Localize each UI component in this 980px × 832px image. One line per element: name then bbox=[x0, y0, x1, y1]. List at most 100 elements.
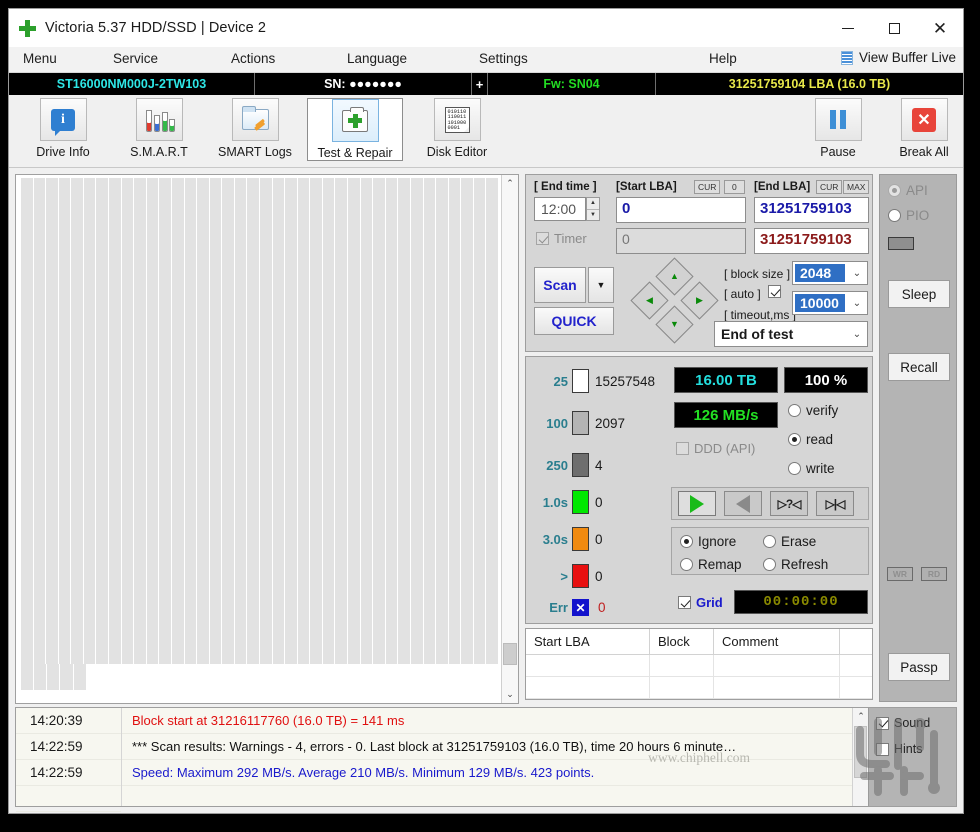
scan-map-cell bbox=[209, 229, 222, 255]
timer-checkbox[interactable] bbox=[536, 232, 549, 245]
scan-map-cell bbox=[171, 459, 184, 486]
rd-button[interactable]: RD bbox=[921, 567, 947, 581]
play-forward-button[interactable] bbox=[678, 491, 716, 516]
scan-map-cell bbox=[83, 280, 96, 306]
log-row[interactable]: Block start at 31216117760 (16.0 TB) = 1… bbox=[122, 708, 852, 734]
start-lba-zero-button[interactable]: 0 bbox=[724, 180, 745, 194]
table-row[interactable] bbox=[526, 677, 872, 699]
mode-write-row[interactable]: write bbox=[788, 461, 835, 476]
grid-checkbox[interactable] bbox=[678, 596, 691, 609]
dpad-left-button[interactable]: ◀ bbox=[630, 281, 669, 320]
action-ignore-row[interactable]: Ignore bbox=[680, 534, 736, 549]
mode-read-radio[interactable] bbox=[788, 433, 801, 446]
end-time-spinner[interactable]: ▲ ▼ bbox=[586, 197, 600, 221]
wr-button[interactable]: WR bbox=[887, 567, 913, 581]
end-time-input[interactable]: 12:00 bbox=[534, 197, 586, 221]
end-action-chevron-icon[interactable]: ⌄ bbox=[847, 329, 867, 340]
scan-map-cell bbox=[21, 536, 33, 562]
action-erase-radio[interactable] bbox=[763, 535, 776, 548]
mode-verify-radio[interactable] bbox=[788, 404, 801, 417]
action-refresh-row[interactable]: Refresh bbox=[763, 557, 828, 572]
spinner-down-icon[interactable]: ▼ bbox=[587, 210, 599, 221]
tool-smart-logs[interactable]: SMART Logs bbox=[207, 98, 303, 159]
log-row[interactable] bbox=[122, 786, 852, 806]
timer-checkbox-row[interactable]: Timer bbox=[536, 231, 587, 246]
scan-dropdown-button[interactable]: ▼ bbox=[588, 267, 614, 303]
timeout-select[interactable]: 10000 ⌄ bbox=[792, 291, 868, 315]
action-remap-radio[interactable] bbox=[680, 558, 693, 571]
scan-map-cell bbox=[58, 587, 71, 614]
timeout-chevron-icon[interactable]: ⌄ bbox=[847, 298, 867, 309]
scroll-down-icon[interactable]: ⌄ bbox=[502, 686, 519, 703]
log-message-column[interactable]: Block start at 31216117760 (16.0 TB) = 1… bbox=[122, 708, 852, 806]
dpad-down-button[interactable]: ▼ bbox=[655, 305, 694, 344]
menu-item-settings[interactable]: Settings bbox=[479, 51, 528, 66]
api-mode-row[interactable]: API bbox=[888, 183, 928, 198]
scan-button[interactable]: Scan bbox=[534, 267, 586, 303]
menu-item-actions[interactable]: Actions bbox=[231, 51, 275, 66]
close-button[interactable]: ✕ bbox=[917, 9, 963, 47]
mode-verify-row[interactable]: verify bbox=[788, 403, 838, 418]
action-ignore-radio[interactable] bbox=[680, 535, 693, 548]
pio-mode-row[interactable]: PIO bbox=[888, 208, 929, 223]
sleep-button[interactable]: Sleep bbox=[888, 280, 950, 308]
tool-disk-editor[interactable]: 010110 110011 101000 0001 Disk Editor bbox=[409, 98, 505, 159]
pio-mode-radio[interactable] bbox=[888, 209, 901, 222]
action-erase-row[interactable]: Erase bbox=[763, 534, 816, 549]
scan-map-cell bbox=[209, 510, 222, 537]
end-lba-input[interactable]: 31251759103 bbox=[754, 197, 869, 223]
random-seek-button[interactable]: ▷?◁ bbox=[770, 491, 808, 516]
stat-swatch-25 bbox=[572, 369, 589, 393]
start-lba-cur-button[interactable]: CUR bbox=[694, 180, 721, 194]
quick-button[interactable]: QUICK bbox=[534, 307, 614, 335]
view-buffer-live-button[interactable]: View Buffer Live bbox=[840, 50, 956, 65]
tool-smart[interactable]: S.M.A.R.T bbox=[111, 98, 207, 159]
action-refresh-radio[interactable] bbox=[763, 558, 776, 571]
recall-button[interactable]: Recall bbox=[888, 353, 950, 381]
auto-checkbox[interactable] bbox=[768, 285, 781, 298]
grid-checkbox-row[interactable]: Grid bbox=[678, 595, 723, 610]
minimize-button[interactable] bbox=[825, 9, 871, 47]
auto-label: [ auto ] bbox=[724, 287, 761, 301]
menu-item-help[interactable]: Help bbox=[709, 51, 737, 66]
menu-item-service[interactable]: Service bbox=[113, 51, 158, 66]
end-lba-max-button[interactable]: MAX bbox=[843, 180, 870, 194]
mode-write-radio[interactable] bbox=[788, 462, 801, 475]
scrollbar-thumb[interactable] bbox=[503, 643, 517, 665]
scan-map-canvas[interactable] bbox=[16, 175, 501, 703]
butterfly-seek-button[interactable]: ▷|◁ bbox=[816, 491, 854, 516]
scan-map-cell bbox=[146, 485, 159, 511]
ddd-api-checkbox[interactable] bbox=[676, 442, 689, 455]
tool-drive-info[interactable]: i Drive Info bbox=[15, 98, 111, 159]
menu-item-menu[interactable]: Menu bbox=[23, 51, 57, 66]
table-row[interactable] bbox=[526, 655, 872, 677]
api-mode-radio[interactable] bbox=[888, 184, 901, 197]
scroll-up-icon[interactable]: ⌃ bbox=[502, 175, 519, 192]
tool-test-repair[interactable]: Test & Repair bbox=[307, 98, 403, 161]
scan-map-cell bbox=[184, 331, 197, 358]
maximize-button[interactable] bbox=[871, 9, 917, 47]
end-lba-cur-button[interactable]: CUR bbox=[816, 180, 843, 194]
block-size-chevron-icon[interactable]: ⌄ bbox=[847, 268, 867, 279]
start-lba-input[interactable]: 0 bbox=[616, 197, 746, 223]
menu-item-language[interactable]: Language bbox=[347, 51, 407, 66]
tool-pause[interactable]: Pause bbox=[795, 98, 881, 159]
action-remap-row[interactable]: Remap bbox=[680, 557, 742, 572]
serial-expand-button[interactable]: + bbox=[472, 73, 488, 95]
dpad-up-button[interactable]: ▲ bbox=[655, 257, 694, 296]
passp-button[interactable]: Passp bbox=[888, 653, 950, 681]
tool-break-all[interactable]: ✕ Break All bbox=[881, 98, 967, 159]
end-action-select[interactable]: End of test ⌄ bbox=[714, 321, 868, 347]
dpad-right-button[interactable]: ▶ bbox=[680, 281, 719, 320]
scan-map-cell bbox=[234, 254, 247, 281]
mode-read-row[interactable]: read bbox=[788, 432, 833, 447]
scan-map-cell bbox=[134, 561, 146, 588]
ddd-api-checkbox-row[interactable]: DDD (API) bbox=[676, 441, 755, 456]
play-backward-button[interactable] bbox=[724, 491, 762, 516]
scan-map-scrollbar[interactable]: ⌃ ⌄ bbox=[501, 175, 518, 703]
spinner-up-icon[interactable]: ▲ bbox=[587, 198, 599, 210]
left-arrow-icon: ◀ bbox=[646, 294, 653, 305]
block-size-select[interactable]: 2048 ⌄ bbox=[792, 261, 868, 285]
scan-map-cell bbox=[322, 536, 335, 562]
scan-map-cell bbox=[146, 510, 159, 537]
